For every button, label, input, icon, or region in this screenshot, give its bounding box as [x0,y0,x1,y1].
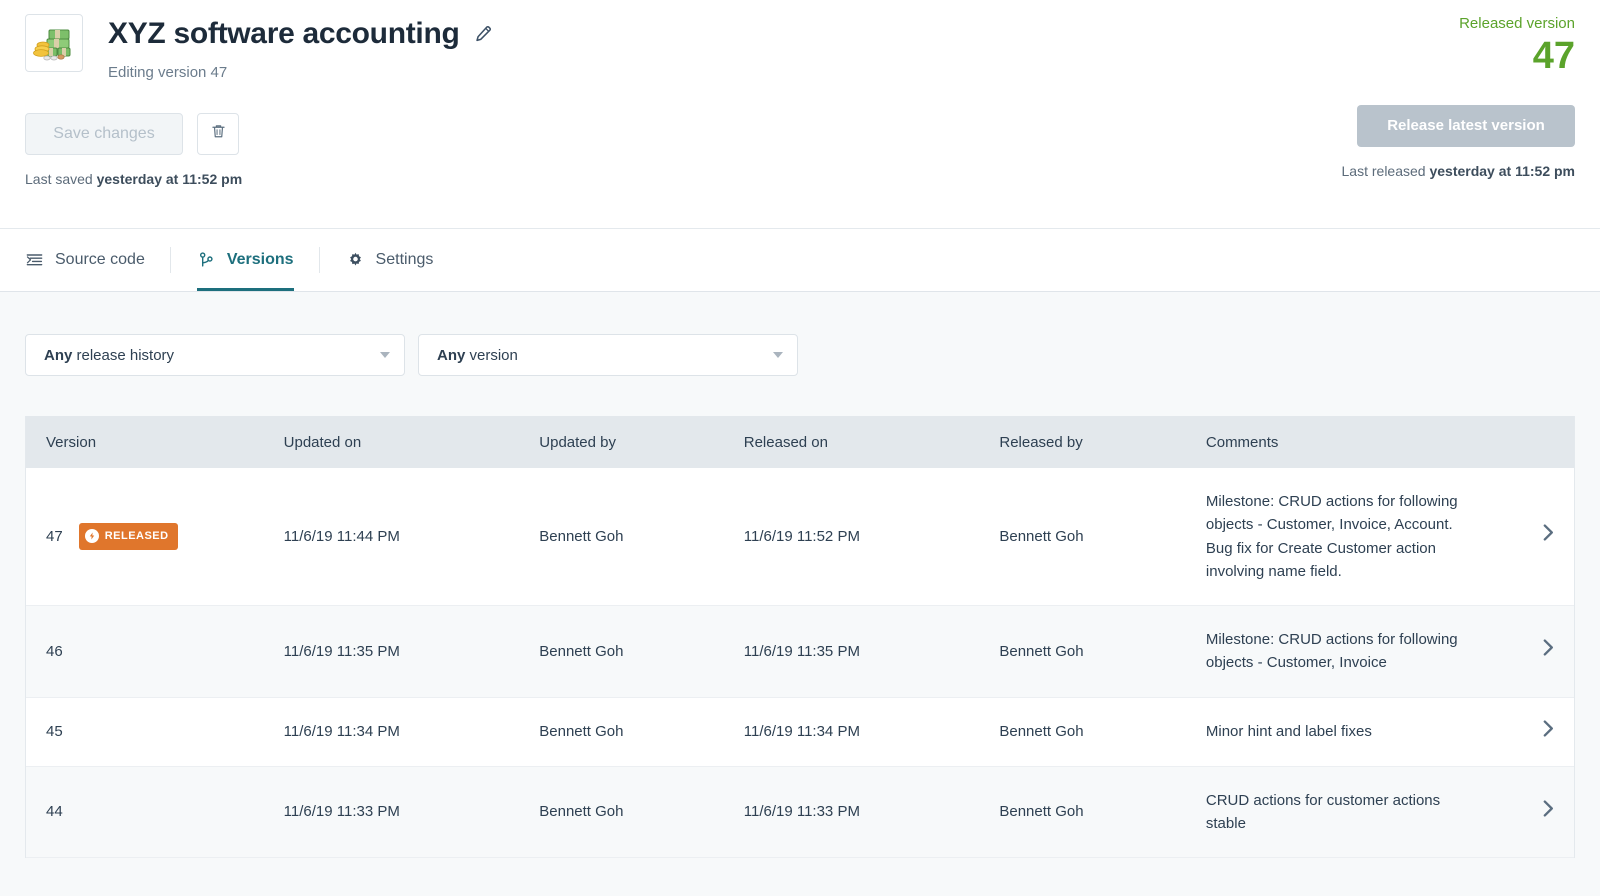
column-header-updated-by: Updated by [539,416,743,468]
column-header-released-by: Released by [999,416,1206,468]
status-badge-label: RELEASED [105,528,169,545]
tab-settings[interactable]: Settings [320,229,460,291]
cell-updated-by: Bennett Goh [539,468,743,606]
header-action-buttons: Save changes [25,113,492,155]
version-number: 47 [46,525,63,548]
title-block: XYZ software accounting Editing version … [108,14,492,81]
row-expand-button[interactable] [1492,766,1574,858]
chevron-down-icon [773,352,783,358]
cell-updated-on: 11/6/19 11:33 PM [284,766,540,858]
trash-icon [210,123,227,145]
tab-settings-label: Settings [376,251,434,269]
table-row[interactable]: 44 11/6/19 11:33 PM Bennett Goh 11/6/19 … [26,766,1574,858]
row-expand-button[interactable] [1492,697,1574,766]
cell-updated-on: 11/6/19 11:35 PM [284,606,540,698]
cell-released-by: Bennett Goh [999,468,1206,606]
versions-table-body: 47 RELEASED 11/6/19 11:44 PM Bennett Goh… [26,468,1574,858]
status-badge: RELEASED [79,523,178,550]
cell-released-by: Bennett Goh [999,766,1206,858]
table-header-row: Version Updated on Updated by Released o… [26,416,1574,468]
version-filter-value: Any version [437,347,518,364]
cell-version: 46 [26,606,284,698]
cell-version: 45 [26,697,284,766]
app-title-row: XYZ software accounting Editing version … [25,14,492,81]
filter-bar: Any release history Any version [25,292,1575,376]
cell-updated-by: Bennett Goh [539,766,743,858]
version-number: 46 [46,640,63,663]
tab-source-code[interactable]: Source code [25,229,171,291]
table-row[interactable]: 47 RELEASED 11/6/19 11:44 PM Bennett Goh… [26,468,1574,606]
row-expand-button[interactable] [1492,606,1574,698]
chevron-right-icon [1543,639,1554,663]
version-filter[interactable]: Any version [418,334,798,376]
main-tabbar: Source code Versions Settings [0,228,1600,292]
save-changes-button[interactable]: Save changes [25,113,183,155]
tab-source-code-label: Source code [55,251,145,269]
money-stacks-icon [25,14,83,72]
cell-comments: Milestone: CRUD actions for following ob… [1206,606,1492,698]
chevron-right-icon [1543,524,1554,548]
column-header-updated-on: Updated on [284,416,540,468]
bolt-icon [85,529,99,543]
last-released-prefix: Last released [1342,163,1430,179]
column-header-version: Version [26,416,284,468]
version-number: 45 [46,720,63,743]
table-row[interactable]: 46 11/6/19 11:35 PM Bennett Goh 11/6/19 … [26,606,1574,698]
row-expand-button[interactable] [1492,468,1574,606]
chevron-right-icon [1543,800,1554,824]
cell-updated-on: 11/6/19 11:34 PM [284,697,540,766]
column-header-released-on: Released on [744,416,1000,468]
column-header-comments: Comments [1206,416,1492,468]
header-right: Released version 47 Release latest versi… [1342,16,1575,179]
release-latest-version-button[interactable]: Release latest version [1357,105,1575,147]
branch-icon [197,251,216,270]
versions-table-wrapper: Version Updated on Updated by Released o… [25,416,1575,858]
cell-released-by: Bennett Goh [999,697,1206,766]
release-history-filter[interactable]: Any release history [25,334,405,376]
tab-versions-label: Versions [227,251,294,269]
released-version-number: 47 [1342,37,1575,77]
versions-content: Any release history Any version Version … [0,292,1600,858]
last-released-value: yesterday at 11:52 pm [1429,163,1575,179]
cell-version: 44 [26,766,284,858]
pencil-icon[interactable] [474,25,492,43]
table-row[interactable]: 45 11/6/19 11:34 PM Bennett Goh 11/6/19 … [26,697,1574,766]
cell-comments: Milestone: CRUD actions for following ob… [1206,468,1492,606]
cell-comments: Minor hint and label fixes [1206,697,1492,766]
release-history-filter-value: Any release history [44,347,174,364]
column-header-actions [1492,416,1574,468]
last-saved-prefix: Last saved [25,171,97,187]
last-released-note: Last released yesterday at 11:52 pm [1342,163,1575,179]
cell-updated-on: 11/6/19 11:44 PM [284,468,540,606]
delete-app-button[interactable] [197,113,239,155]
chevron-right-icon [1543,720,1554,744]
versions-table-head: Version Updated on Updated by Released o… [26,416,1574,468]
tab-versions[interactable]: Versions [171,229,320,291]
last-saved-note: Last saved yesterday at 11:52 pm [25,171,492,187]
cell-released-on: 11/6/19 11:52 PM [744,468,1000,606]
cell-comments: CRUD actions for customer actions stable [1206,766,1492,858]
cell-version: 47 RELEASED [26,468,284,606]
cell-released-on: 11/6/19 11:33 PM [744,766,1000,858]
released-version-label: Released version [1342,16,1575,31]
source-code-icon [25,251,44,270]
version-number: 44 [46,800,63,823]
gear-icon [346,251,365,270]
page-header: XYZ software accounting Editing version … [0,0,1600,228]
header-left: XYZ software accounting Editing version … [25,14,492,187]
versions-table: Version Updated on Updated by Released o… [26,416,1574,858]
chevron-down-icon [380,352,390,358]
cell-released-on: 11/6/19 11:35 PM [744,606,1000,698]
cell-released-by: Bennett Goh [999,606,1206,698]
cell-updated-by: Bennett Goh [539,606,743,698]
page-title: XYZ software accounting [108,18,460,50]
cell-updated-by: Bennett Goh [539,697,743,766]
cell-released-on: 11/6/19 11:34 PM [744,697,1000,766]
editing-version-label: Editing version 47 [108,64,492,81]
last-saved-value: yesterday at 11:52 pm [97,171,243,187]
